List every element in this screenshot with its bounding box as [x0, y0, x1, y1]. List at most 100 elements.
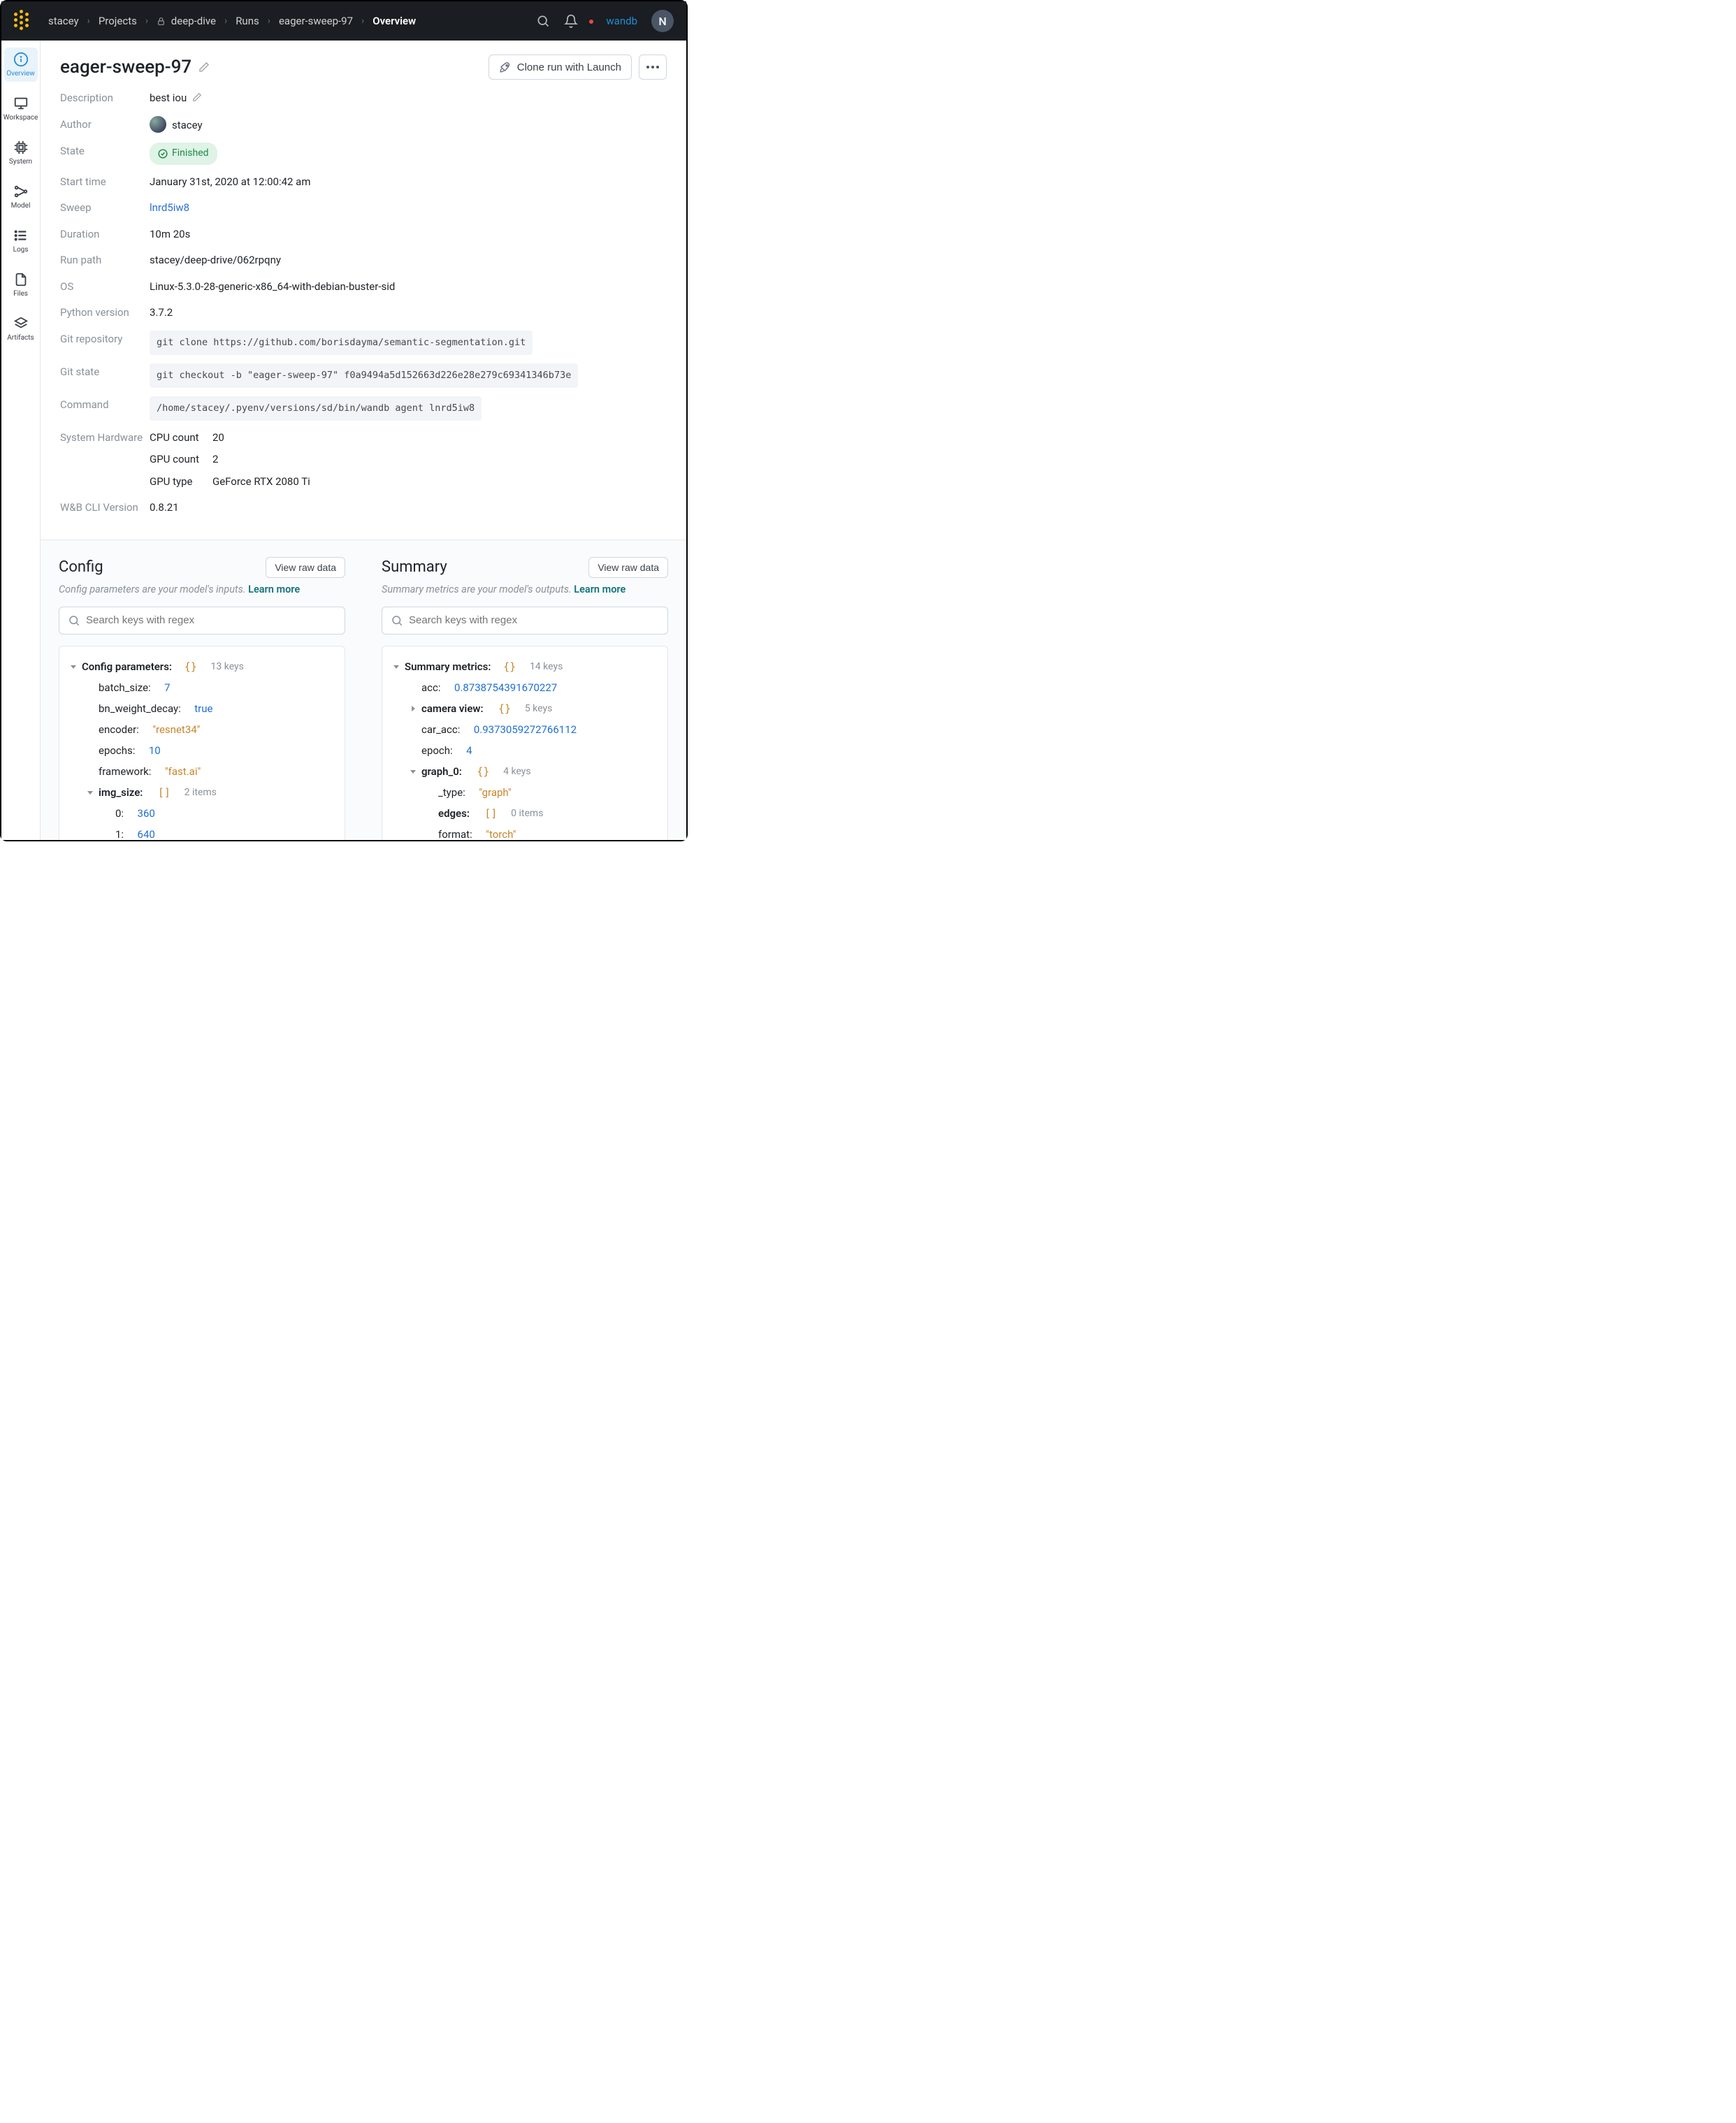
search-input[interactable]	[86, 614, 336, 626]
breadcrumb-current: Overview	[372, 15, 416, 27]
kv-label: State	[60, 143, 150, 161]
kv-label: W&B CLI Version	[60, 499, 150, 517]
more-menu-button[interactable]	[639, 55, 667, 80]
rail-workspace[interactable]: Workspace	[4, 92, 38, 126]
tree-item[interactable]: batch_size: 7	[86, 677, 335, 698]
kv-label: Command	[60, 396, 150, 414]
tree-item[interactable]: 0: 360	[103, 803, 335, 824]
breadcrumb-project[interactable]: deep-dive	[157, 15, 216, 27]
tree-item[interactable]: acc: 0.8738754391670227	[409, 677, 658, 698]
kv-label: System Hardware	[60, 429, 150, 447]
check-circle-icon	[158, 149, 168, 159]
view-raw-config-button[interactable]: View raw data	[266, 557, 345, 578]
tree-item-expandable[interactable]: camera view: {} 5 keys	[409, 698, 658, 719]
search-icon[interactable]	[536, 14, 550, 28]
tree-item[interactable]: epoch: 4	[409, 740, 658, 761]
tree-item[interactable]: format: "torch"	[426, 824, 658, 840]
panel-description: Summary metrics are your model's outputs…	[382, 584, 668, 595]
kv-label: Git state	[60, 363, 150, 382]
chevron-right-icon: ›	[222, 15, 230, 27]
search-icon	[68, 614, 80, 627]
breadcrumb-run[interactable]: eager-sweep-97	[279, 15, 353, 27]
panel-title: Summary	[382, 558, 447, 576]
hardware-table: CPU count20 GPU count2 GPU typeGeForce R…	[150, 429, 667, 491]
learn-more-link[interactable]: Learn more	[248, 584, 300, 595]
breadcrumb-runs[interactable]: Runs	[236, 15, 259, 27]
tree-item[interactable]: 1: 640	[103, 824, 335, 840]
triangle-down-icon	[409, 767, 417, 776]
kv-label: Author	[60, 116, 150, 134]
kv-value-description: best iou	[150, 89, 667, 108]
left-rail: Overview Workspace System Model Logs Fil…	[1, 41, 41, 840]
kv-value: 10m 20s	[150, 226, 667, 244]
kv-label: OS	[60, 278, 150, 296]
breadcrumb-projects[interactable]: Projects	[99, 15, 137, 27]
wandb-logo-icon[interactable]	[14, 13, 43, 30]
code-snippet[interactable]: /home/stacey/.pyenv/versions/sd/bin/wand…	[150, 396, 482, 421]
code-snippet[interactable]: git checkout -b "eager-sweep-97" f0a9494…	[150, 363, 578, 388]
sweep-link[interactable]: lnrd5iw8	[150, 199, 667, 217]
bell-icon[interactable]	[564, 14, 578, 28]
chevron-right-icon: ›	[265, 15, 273, 27]
triangle-right-icon	[409, 704, 417, 713]
tree-item[interactable]: epochs: 10	[86, 740, 335, 761]
view-raw-summary-button[interactable]: View raw data	[588, 557, 668, 578]
panel-description: Config parameters are your model's input…	[59, 584, 345, 595]
run-title: eager-sweep-97	[60, 57, 191, 78]
lock-icon	[157, 17, 166, 26]
summary-panel: Summary View raw data Summary metrics ar…	[363, 540, 686, 840]
tree-item[interactable]: edges: [] 0 items	[426, 803, 658, 824]
search-input[interactable]	[409, 614, 659, 626]
pencil-icon[interactable]	[198, 61, 210, 73]
rail-artifacts[interactable]: Artifacts	[4, 312, 38, 346]
tree-item[interactable]: _type: "graph"	[426, 782, 658, 803]
tree-root[interactable]: Summary metrics: {} 14 keys	[392, 656, 658, 677]
kv-label: Run path	[60, 252, 150, 270]
kv-value-author[interactable]: stacey	[150, 116, 667, 135]
tree-root[interactable]: Config parameters: {} 13 keys	[69, 656, 335, 677]
avatar[interactable]: N	[651, 10, 674, 32]
summary-tree: Summary metrics: {} 14 keys acc: 0.87387…	[382, 646, 668, 840]
rail-model[interactable]: Model	[4, 180, 38, 214]
kv-label: Python version	[60, 304, 150, 322]
config-tree: Config parameters: {} 13 keys batch_size…	[59, 646, 345, 840]
kv-value: Linux-5.3.0-28-generic-x86_64-with-debia…	[150, 278, 667, 296]
kv-label: Duration	[60, 226, 150, 244]
tree-item[interactable]: framework: "fast.ai"	[86, 761, 335, 782]
tree-item[interactable]: car_acc: 0.9373059272766112	[409, 719, 658, 740]
pencil-icon[interactable]	[192, 92, 202, 102]
tree-item[interactable]: encoder: "resnet34"	[86, 719, 335, 740]
rail-logs[interactable]: Logs	[4, 224, 38, 258]
kv-value: stacey/deep-drive/062rpqny	[150, 252, 667, 270]
code-snippet[interactable]: git clone https://github.com/borisdayma/…	[150, 331, 533, 355]
triangle-down-icon	[86, 788, 94, 797]
tree-item-expandable[interactable]: img_size: [] 2 items	[86, 782, 335, 803]
kv-value: January 31st, 2020 at 12:00:42 am	[150, 173, 667, 191]
clone-run-button[interactable]: Clone run with Launch	[489, 55, 632, 80]
config-panel: Config View raw data Config parameters a…	[41, 540, 363, 840]
kv-value: 0.8.21	[150, 499, 667, 517]
tree-item[interactable]: bn_weight_decay: true	[86, 698, 335, 719]
rail-overview[interactable]: Overview	[4, 48, 38, 82]
tree-item-expandable[interactable]: graph_0: {} 4 keys	[409, 761, 658, 782]
cpu-icon	[13, 140, 29, 155]
more-icon	[646, 66, 659, 68]
config-search[interactable]	[59, 607, 345, 635]
learn-more-link[interactable]: Learn more	[574, 584, 625, 595]
summary-search[interactable]	[382, 607, 668, 635]
breadcrumb-user[interactable]: stacey	[48, 15, 79, 27]
status-badge: Finished	[150, 143, 217, 165]
rail-files[interactable]: Files	[4, 268, 38, 302]
panel-title: Config	[59, 558, 103, 576]
top-bar: stacey › Projects › deep-dive › Runs › e…	[1, 1, 686, 41]
chevron-right-icon: ›	[359, 15, 367, 27]
rail-system[interactable]: System	[4, 136, 38, 170]
info-icon	[13, 52, 29, 67]
main-content: eager-sweep-97 Clone run with Launch Des…	[41, 41, 686, 840]
kv-value: 3.7.2	[150, 304, 667, 322]
avatar	[150, 116, 166, 133]
triangle-down-icon	[69, 662, 78, 671]
layers-icon	[13, 316, 29, 331]
org-link[interactable]: wandb	[606, 15, 637, 27]
kv-label: Description	[60, 89, 150, 108]
